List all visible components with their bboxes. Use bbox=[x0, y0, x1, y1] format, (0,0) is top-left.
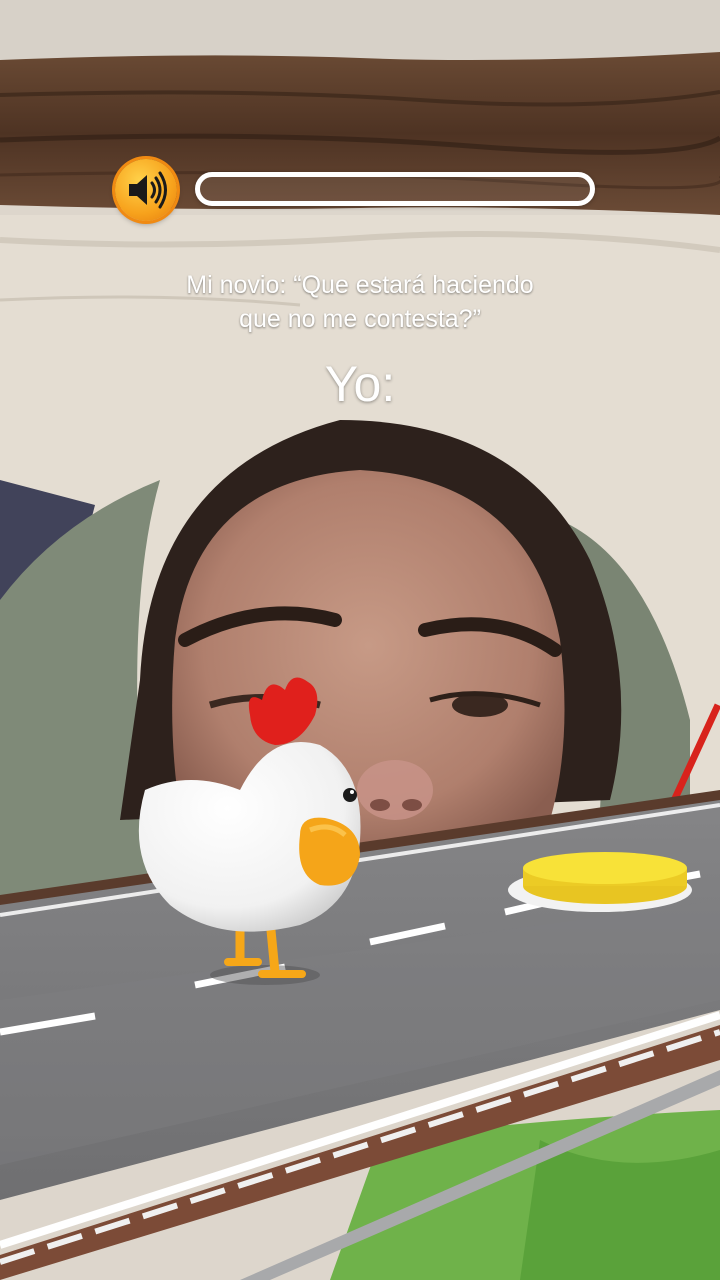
sound-toggle-button[interactable] bbox=[115, 159, 177, 221]
speaker-volume-icon bbox=[129, 171, 167, 209]
gold-coin bbox=[508, 852, 692, 912]
ar-game-scene: Mi novio: “Que estará haciendo que no me… bbox=[0, 0, 720, 1280]
progress-bar bbox=[195, 172, 595, 206]
